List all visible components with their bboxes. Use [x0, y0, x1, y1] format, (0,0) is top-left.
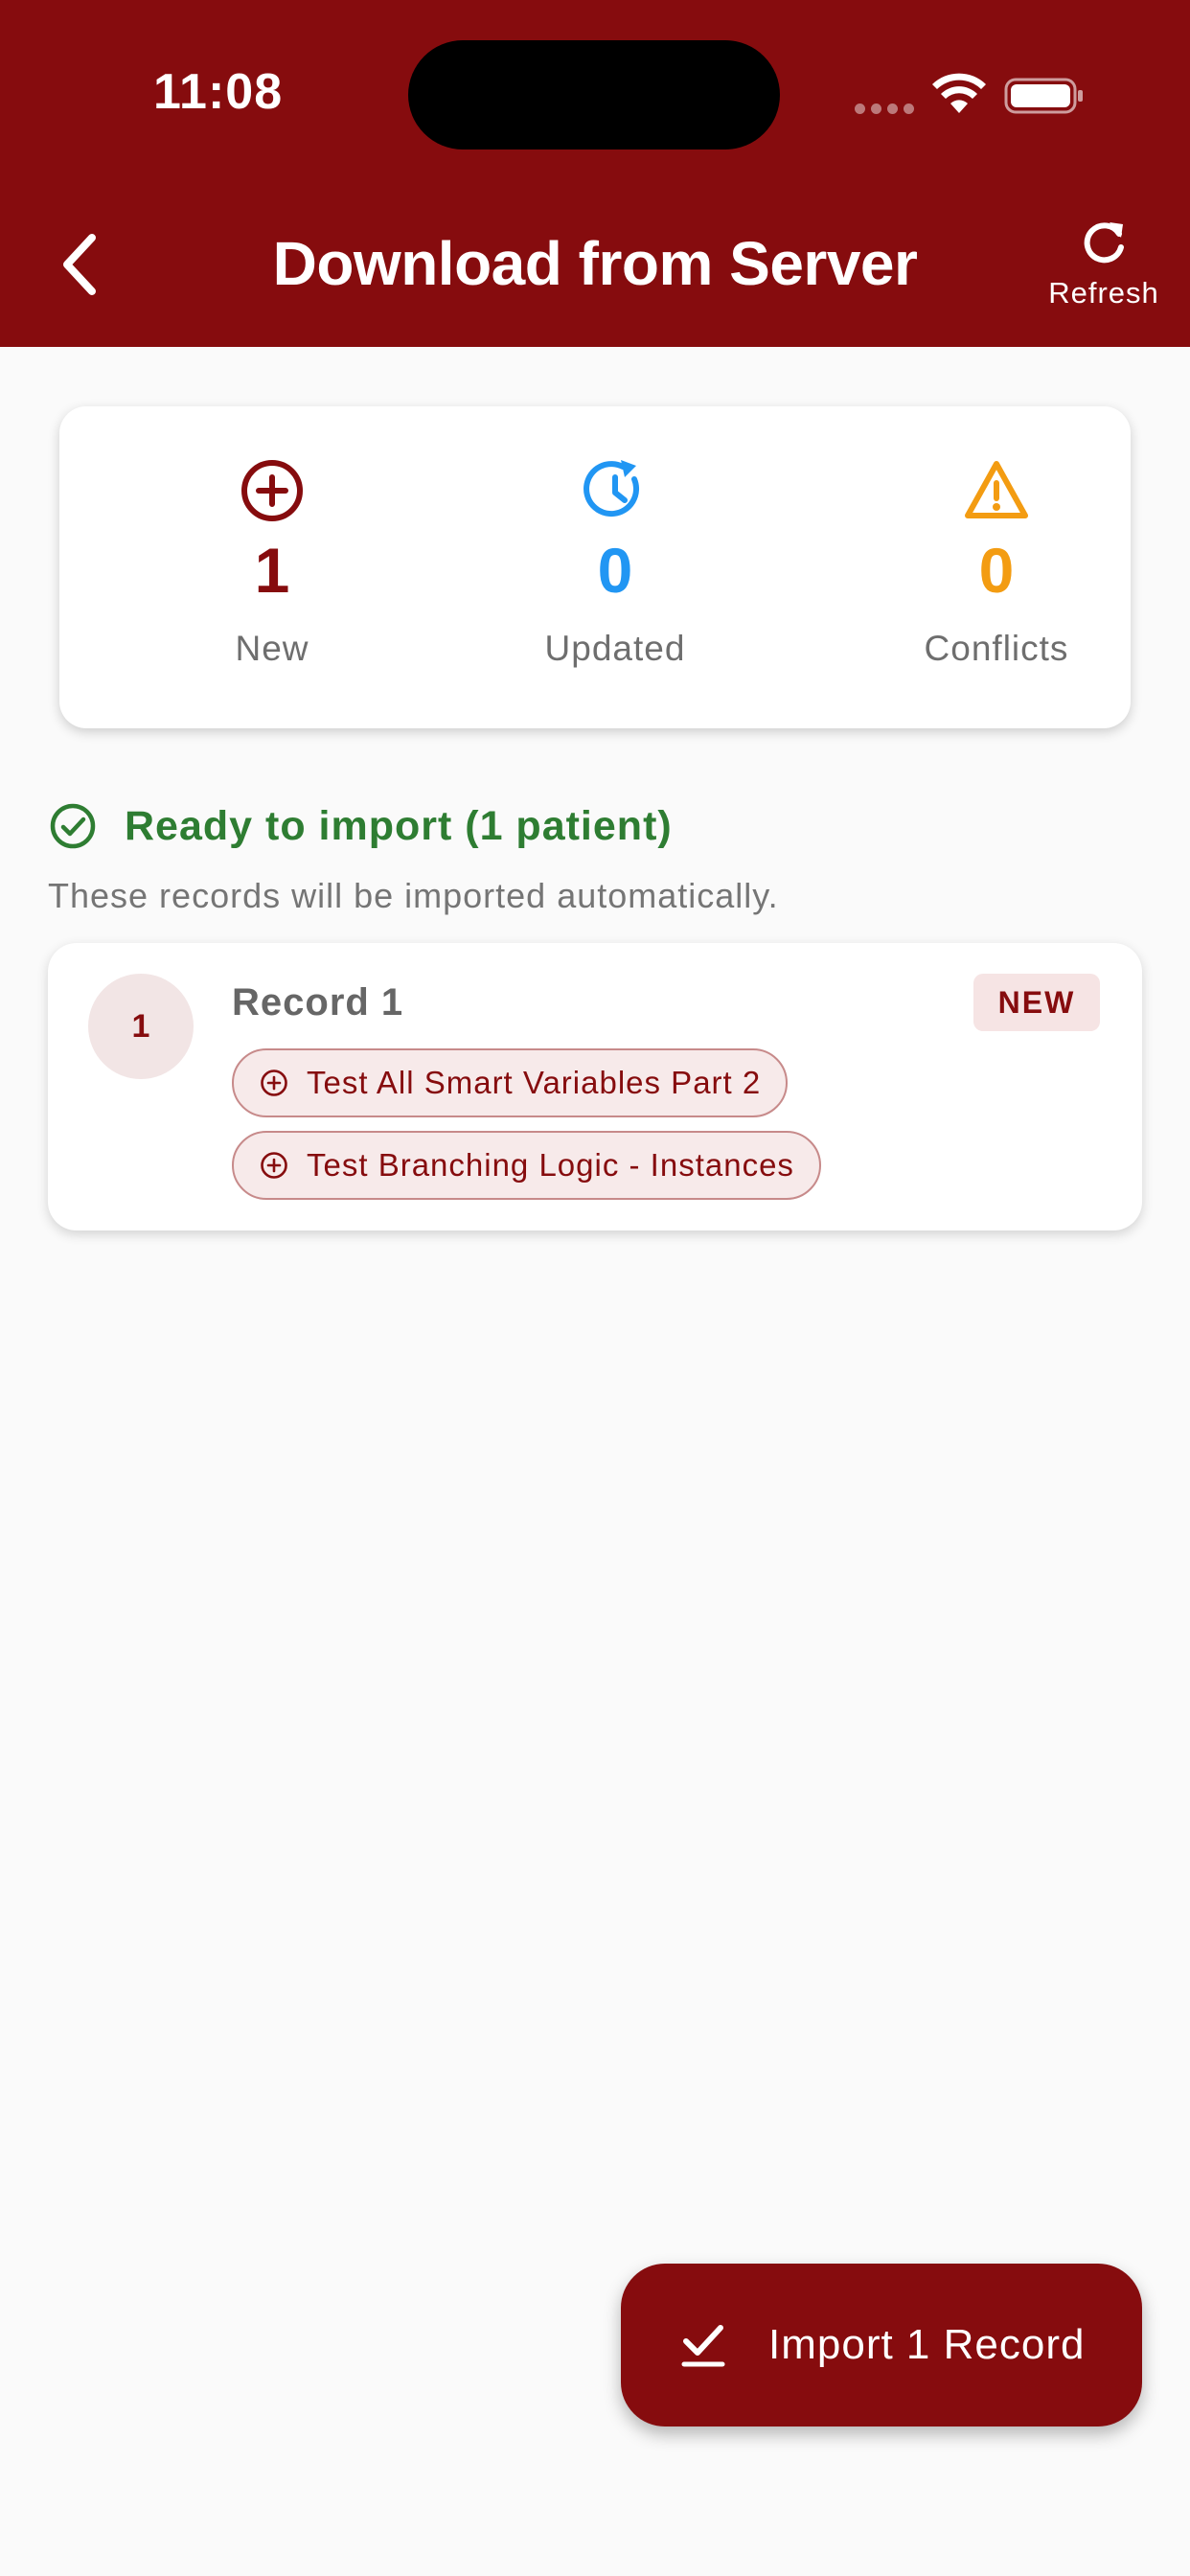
record-avatar: 1 — [88, 974, 194, 1079]
stat-conflicts-label: Conflicts — [924, 629, 1069, 668]
wifi-icon — [932, 73, 986, 113]
page-title: Download from Server — [272, 229, 918, 298]
check-circle-icon — [50, 803, 96, 849]
import-button-label: Import 1 Record — [768, 2321, 1086, 2368]
status-time: 11:08 — [153, 64, 284, 120]
instrument-chip-label: Test Branching Logic - Instances — [307, 1147, 794, 1183]
stat-updated-label: Updated — [544, 629, 686, 668]
stat-updated: 0 Updated — [491, 456, 740, 669]
add-circle-icon — [261, 1070, 287, 1096]
app-bar: 11:08 Download from Server Refresh — [0, 0, 1190, 347]
stat-conflicts-value: 0 — [978, 535, 1015, 606]
ready-heading-text: Ready to import (1 patient) — [125, 802, 673, 849]
record-name: Record 1 — [232, 981, 404, 1024]
signal-dots-icon — [855, 104, 914, 114]
summary-card: 1 New 0 Updated 0 Conflicts — [59, 406, 1131, 728]
record-card[interactable]: 1 Record 1 NEW Test All Smart Variables … — [48, 943, 1142, 1230]
instrument-chip: Test Branching Logic - Instances — [232, 1131, 821, 1200]
ready-subtitle: These records will be imported automatic… — [48, 876, 779, 915]
instrument-chip: Test All Smart Variables Part 2 — [232, 1048, 789, 1117]
battery-icon — [1004, 78, 1083, 114]
stat-new-value: 1 — [254, 535, 290, 606]
import-button[interactable]: Import 1 Record — [621, 2264, 1142, 2426]
updated-clock-icon — [584, 460, 639, 518]
stat-new-label: New — [235, 629, 309, 668]
dynamic-island — [408, 40, 780, 150]
stat-conflicts: 0 Conflicts — [872, 456, 1121, 669]
done-icon — [681, 2325, 725, 2367]
refresh-icon — [1084, 222, 1124, 264]
stat-new: 1 New — [148, 456, 397, 669]
refresh-button[interactable]: Refresh — [1037, 217, 1171, 324]
status-badge: NEW — [973, 974, 1100, 1031]
add-circle-icon — [241, 460, 303, 521]
stat-updated-value: 0 — [597, 535, 633, 606]
refresh-label: Refresh — [1048, 276, 1159, 310]
ready-heading: Ready to import (1 patient) — [48, 801, 673, 851]
instrument-chip-label: Test All Smart Variables Part 2 — [307, 1065, 762, 1100]
add-circle-icon — [261, 1152, 287, 1179]
warning-icon — [965, 461, 1028, 518]
